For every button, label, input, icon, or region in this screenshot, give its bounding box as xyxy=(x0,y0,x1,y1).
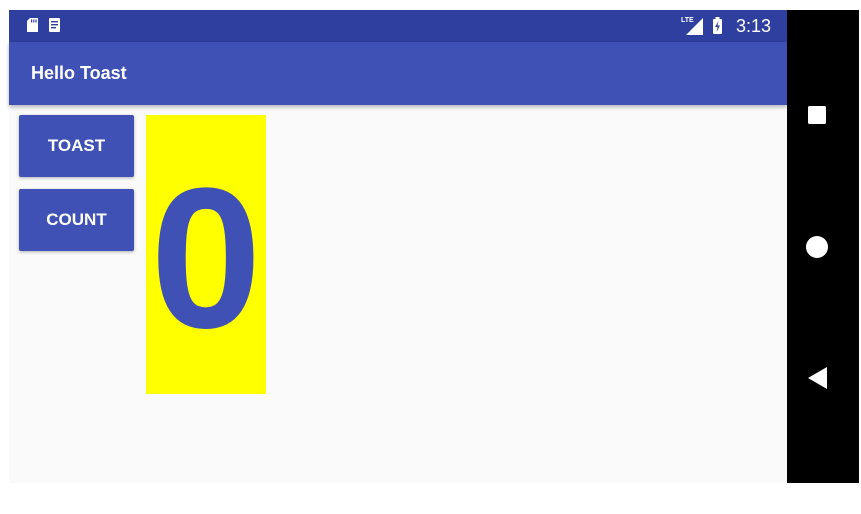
status-bar: LTE 3:13 xyxy=(9,10,787,42)
app-title: Hello Toast xyxy=(31,63,127,83)
toast-button[interactable]: TOAST xyxy=(19,115,134,177)
home-icon[interactable] xyxy=(806,236,828,258)
count-value: 0 xyxy=(150,147,262,370)
lte-signal-icon: LTE xyxy=(681,17,703,35)
recent-apps-icon[interactable] xyxy=(808,106,826,124)
device-screen: LTE 3:13 Hello Toast TOAST COUNT 0 xyxy=(9,10,859,483)
count-display: 0 xyxy=(146,115,266,394)
battery-charging-icon xyxy=(713,17,722,34)
navigation-bar xyxy=(787,10,859,483)
notes-icon xyxy=(49,18,60,32)
count-button[interactable]: COUNT xyxy=(19,189,134,251)
status-time: 3:13 xyxy=(736,16,772,36)
sd-card-icon xyxy=(27,18,38,32)
back-icon[interactable] xyxy=(808,367,827,389)
app-bar: Hello Toast xyxy=(9,42,787,105)
network-type-label: LTE xyxy=(681,17,694,24)
